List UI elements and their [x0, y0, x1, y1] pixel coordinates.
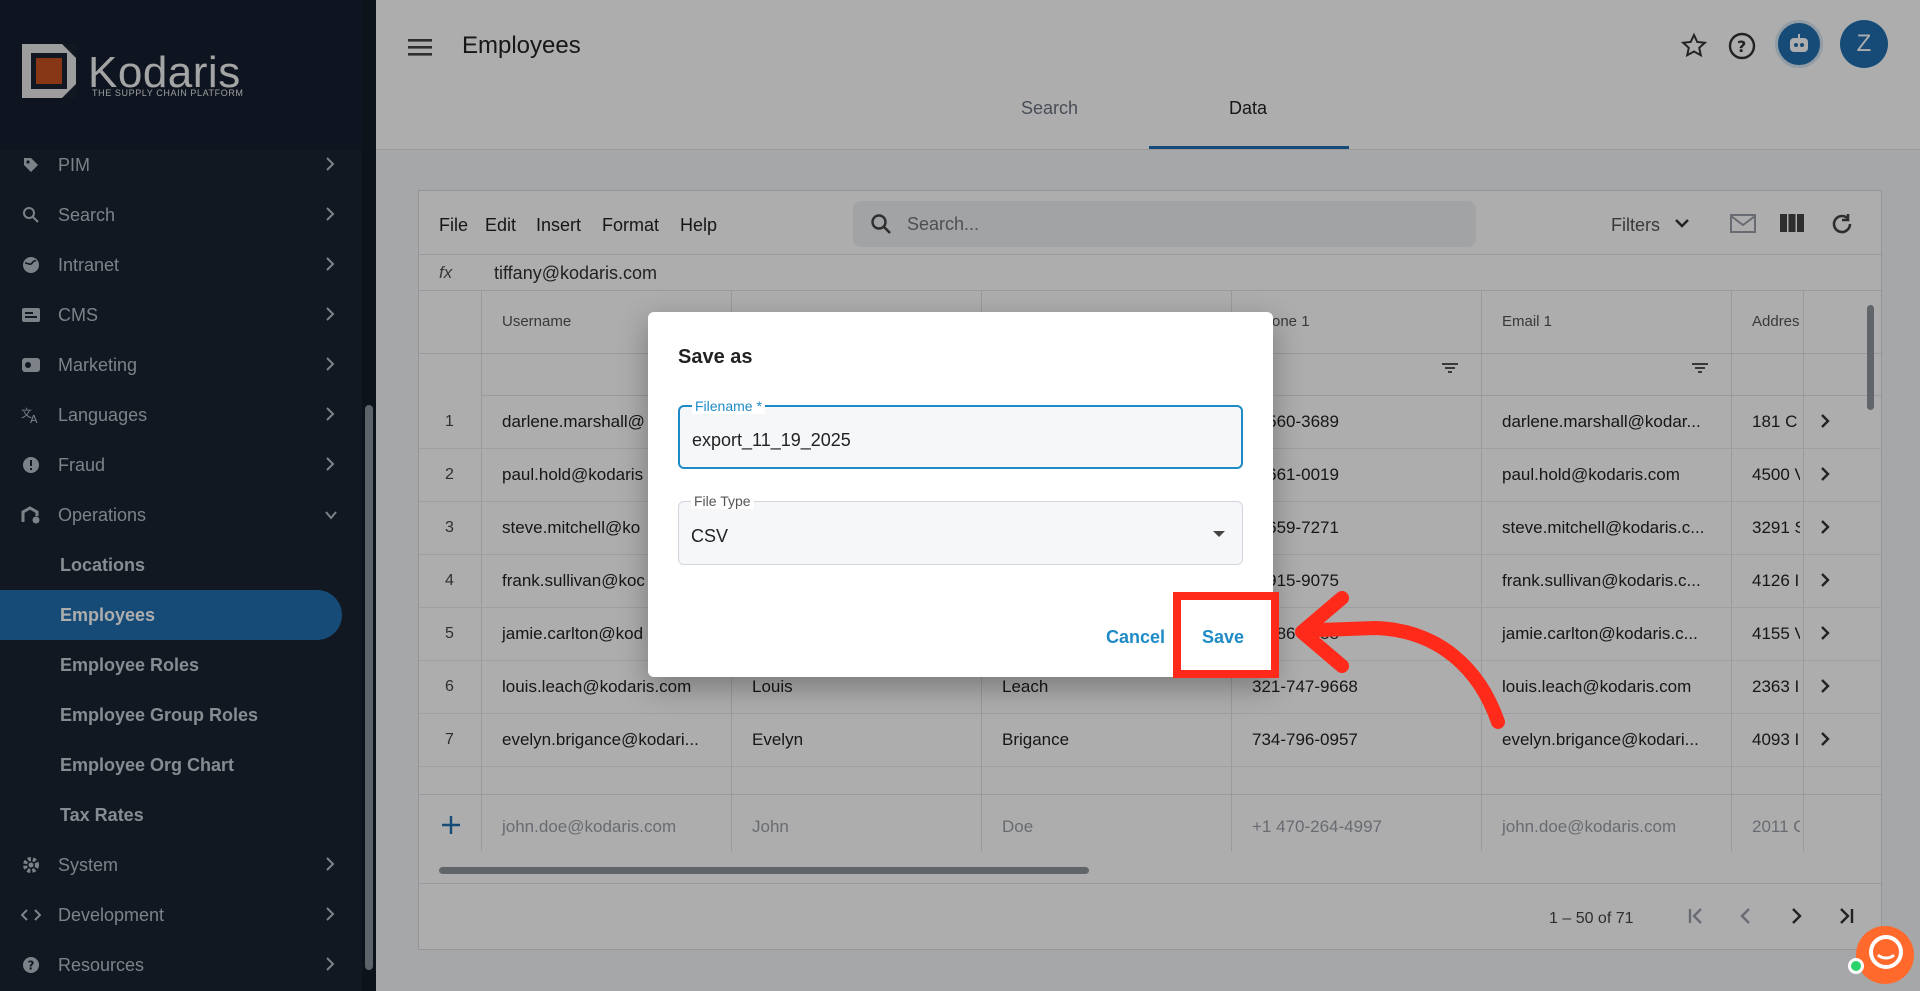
file-type-label: File Type	[691, 493, 754, 509]
online-status-dot	[1848, 958, 1864, 974]
filename-input[interactable]	[692, 427, 1212, 453]
chat-icon	[1869, 935, 1903, 969]
dropdown-arrow-icon	[1213, 531, 1225, 537]
dialog-title: Save as	[678, 346, 753, 368]
cancel-button[interactable]: Cancel	[1106, 627, 1165, 648]
file-type-select[interactable]: File Type CSV	[678, 493, 1243, 565]
pointer-arrow-icon	[1295, 591, 1505, 729]
filename-label: Filename *	[692, 398, 765, 414]
filename-field[interactable]: Filename *	[678, 398, 1243, 469]
chat-widget[interactable]	[1856, 926, 1914, 984]
file-type-value: CSV	[691, 526, 729, 546]
save-highlight-box	[1173, 592, 1279, 678]
